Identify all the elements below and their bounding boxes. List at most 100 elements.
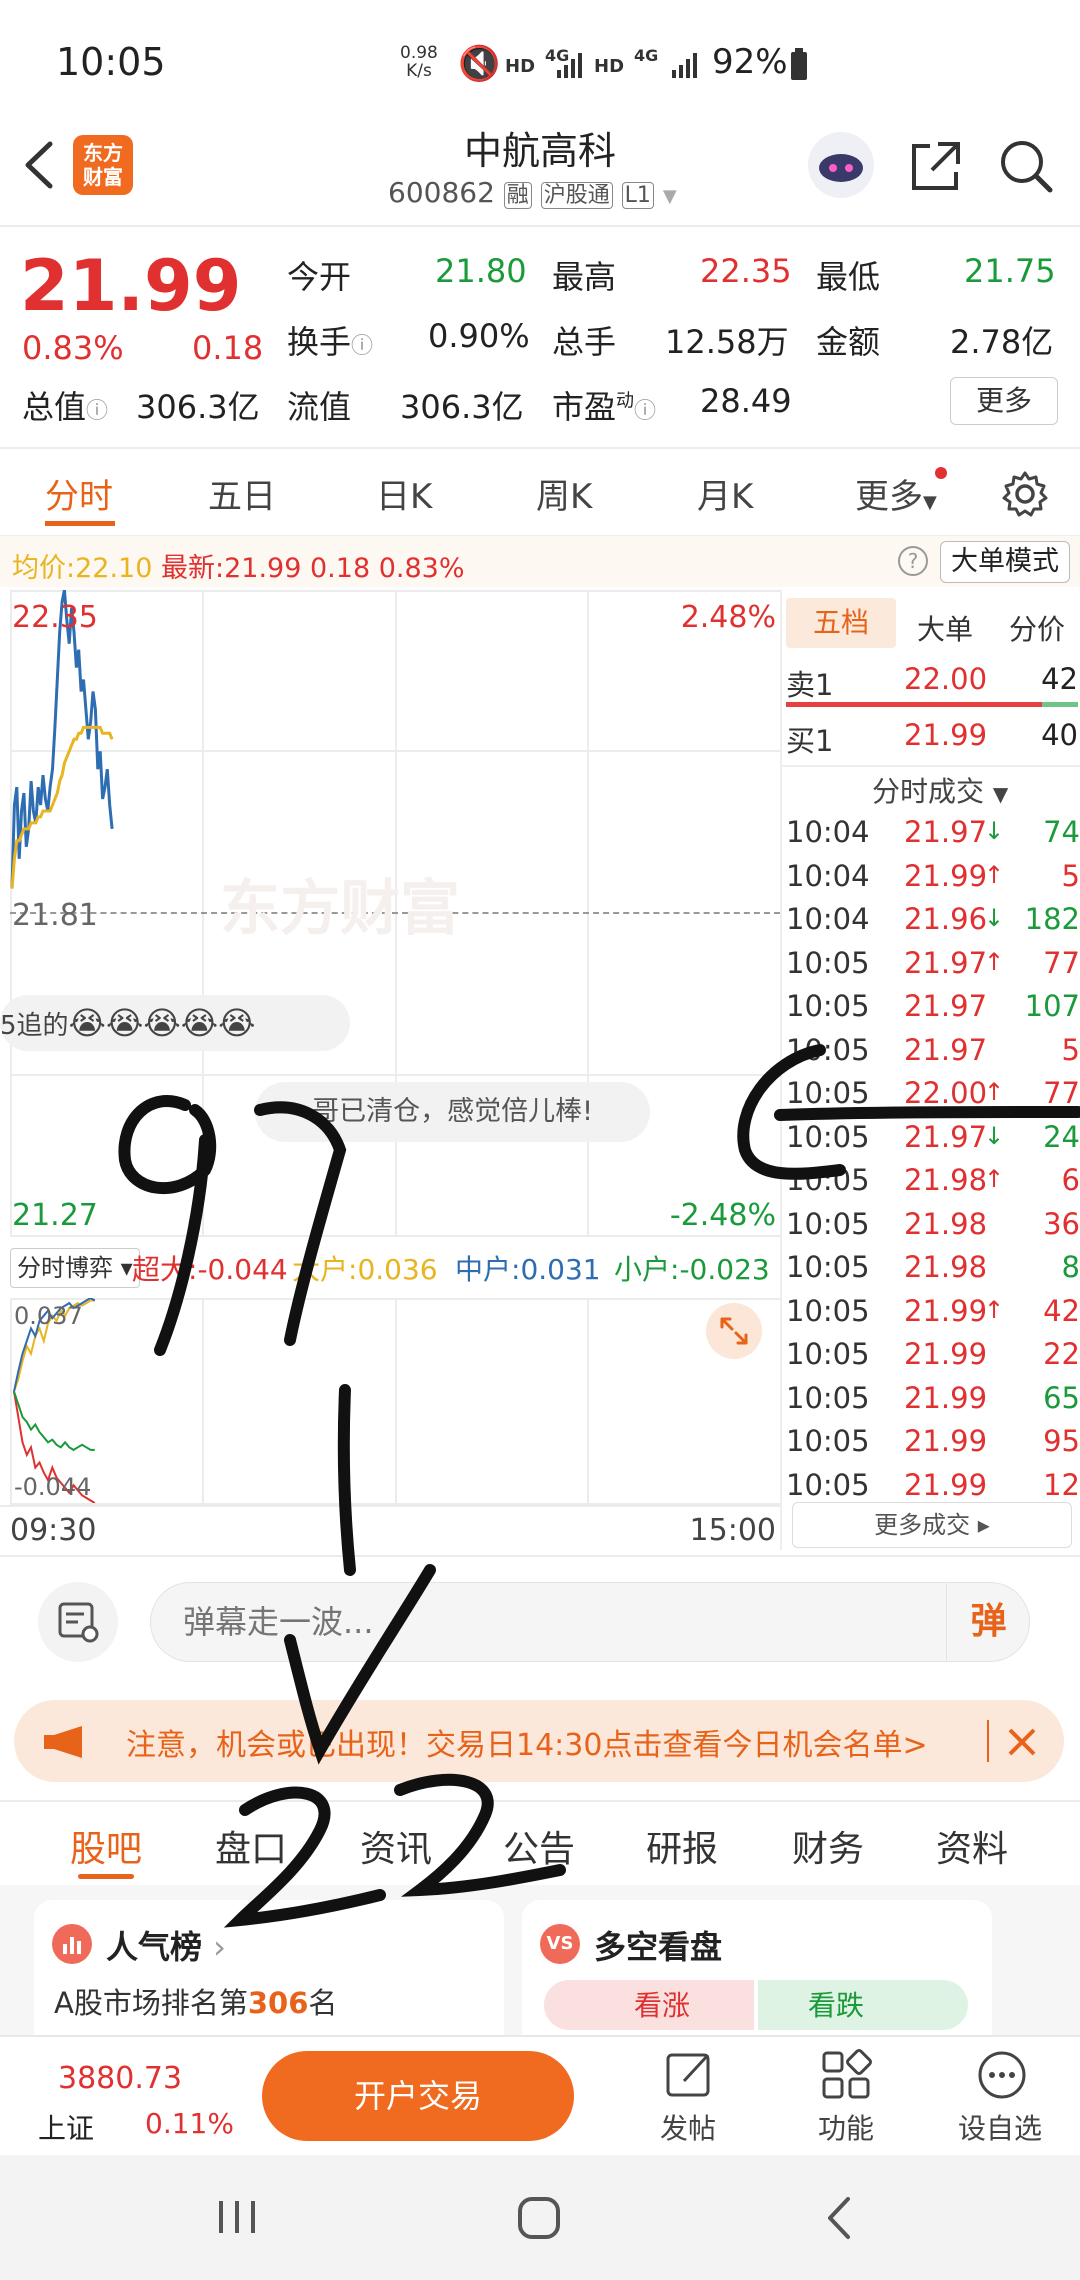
tab-big-order[interactable]: 大单 [900,608,990,648]
net-speed-value: 0.98 [400,43,438,63]
bear-button[interactable]: 看跌 [758,1980,968,2030]
search-icon[interactable] [998,138,1054,194]
tab-price-distribution[interactable]: 分价 [992,608,1080,648]
popularity-card[interactable]: 人气榜 › A股市场排名第306名 [34,1900,504,2050]
home-icon[interactable] [516,2195,562,2241]
megaphone-icon [42,1724,92,1760]
tick-volume: 24 [1043,1119,1080,1154]
danmaku-send-button[interactable]: 弹 [946,1582,1030,1662]
low-label: 最低 [816,258,881,296]
sell1-label: 卖1 [786,668,834,702]
help-icon[interactable]: ? [898,546,928,576]
long-short-card[interactable]: VS 多空看盘 看涨 看跌 [522,1900,992,2050]
watchlist-label[interactable]: 设自选 [958,2107,1042,2147]
tick-arrow-icon: ↑ [984,1295,1005,1324]
tick-time: 10:05 [786,1119,870,1154]
indicator-medium-name: 中户: [455,1253,521,1286]
tick-arrow-icon: ↓ [984,1121,1005,1150]
indicator-selector[interactable]: 分时博弈 ▾ [10,1248,140,1288]
share-icon[interactable] [908,138,964,194]
tab-forum[interactable]: 股吧 [70,1820,142,1872]
low-value: 21.75 [964,252,1056,290]
open-account-trade-button[interactable]: 开户交易 [262,2051,574,2141]
tick-time: 10:05 [786,1380,870,1415]
x-end-label: 15:00 [689,1513,776,1548]
ticks-header-label: 分时成交 [872,775,985,808]
index-value[interactable]: 3880.73 [58,2061,182,2096]
intraday-chart[interactable]: 东方财富 22.35 21.81 21.27 2.48% -2.48% 5追的😭… [0,590,780,1237]
tick-row: 10:04 21.99 ↑ 5 [782,859,1080,902]
tab-announcements[interactable]: 公告 [503,1820,575,1872]
big-order-mode-button[interactable]: 大单模式 [940,541,1070,583]
tab-weekly-k[interactable]: 周K [536,469,592,518]
tab-finance[interactable]: 财务 [792,1820,864,1872]
tick-time: 10:05 [786,1467,870,1502]
function-label[interactable]: 功能 [818,2107,874,2147]
tick-row: 10:05 21.98 36 [782,1207,1080,1250]
tab-research[interactable]: 研报 [646,1820,718,1872]
stock-code-row[interactable]: 600862 融 沪股通 L1 ▼ [388,176,677,209]
tick-time: 10:05 [786,1076,870,1110]
more-dots-icon[interactable] [976,2049,1028,2101]
tick-price: 21.97 [904,989,988,1023]
tick-price: 21.98 [904,1163,988,1197]
tab-more[interactable]: 更多▼ [855,469,937,518]
tick-row: 10:05 21.99 ↑ 42 [782,1294,1080,1337]
tick-time: 10:04 [786,815,870,849]
tab-profile[interactable]: 资料 [936,1820,1008,1872]
tab-monthly-k[interactable]: 月K [697,469,753,518]
tick-row: 10:05 21.98 8 [782,1250,1080,1293]
more-quote-button[interactable]: 更多 [950,377,1058,425]
tick-time: 10:05 [786,1206,870,1241]
tick-volume: 77 [1043,1076,1080,1110]
more-ticks-button[interactable]: 更多成交 ▸ [792,1502,1072,1548]
settings-gear-icon[interactable] [1000,469,1050,519]
y-bottom-label: 21.27 [12,1198,98,1233]
back-icon[interactable] [824,2195,854,2241]
signal-bars-icon-2 [670,52,700,78]
tab-intraday[interactable]: 分时 [45,469,113,518]
tab-news[interactable]: 资讯 [360,1820,432,1872]
tab-daily-k[interactable]: 日K [376,469,432,518]
margin-tag: 融 [503,182,532,209]
danmaku-input[interactable] [150,1582,1030,1662]
post-label[interactable]: 发帖 [660,2107,716,2147]
turnover-label: 换手ⓘ [287,317,373,363]
function-grid-icon[interactable] [820,2049,872,2101]
pe-value: 28.49 [700,382,792,420]
expand-icon[interactable] [706,1303,762,1359]
float-label: 流值 [287,388,352,426]
vs-icon: VS [540,1924,580,1964]
bull-button[interactable]: 看涨 [544,1980,754,2030]
tick-volume: 36 [1043,1206,1080,1241]
open-value: 21.80 [435,252,527,290]
small-line [13,1391,95,1452]
tab-orderbook[interactable]: 盘口 [215,1820,287,1872]
tick-arrow-icon: ↑ [984,1165,1005,1193]
indicator-chart[interactable]: 0.037 -0.044 [10,1298,780,1505]
tab-five-day[interactable]: 五日 [208,469,276,518]
tab-five-level[interactable]: 五档 [786,598,896,648]
indicator-large-name: 大户: [292,1253,358,1286]
info-icon[interactable]: ⓘ [86,399,108,424]
index-name[interactable]: 上证 [38,2107,94,2147]
chase-comment[interactable]: 5追的😭😭😭😭😭 [0,995,350,1051]
close-icon[interactable] [1004,1724,1040,1760]
info-icon[interactable]: ⓘ [351,334,373,359]
ticks-header[interactable]: 分时成交 ▼ [872,770,1008,810]
index-percent[interactable]: 0.11% [145,2107,234,2140]
post-edit-icon[interactable] [664,2049,716,2101]
bull-label: 看涨 [634,1989,691,2022]
info-icon[interactable]: ⓘ [634,399,656,424]
ind-y-top-label: 0.037 [14,1302,83,1330]
danmaku-settings-icon[interactable] [38,1582,118,1662]
recent-apps-icon[interactable] [215,2197,259,2237]
price-info-text: 均价:22.10 最新:21.99 0.18 0.83% [12,546,465,585]
indicator-small-name: 小户: [614,1253,680,1286]
opportunity-notice[interactable]: 注意，机会或已出现！交易日14:30点击查看今日机会名单> [14,1700,1064,1782]
danmaku-bubble[interactable]: 哥已清仓，感觉倍儿棒! [255,1082,650,1142]
indicator-small: 小户:-0.023 [614,1248,770,1288]
assistant-robot-icon[interactable] [808,132,874,198]
tick-volume: 22 [1043,1337,1080,1371]
tick-time: 10:04 [786,858,870,893]
